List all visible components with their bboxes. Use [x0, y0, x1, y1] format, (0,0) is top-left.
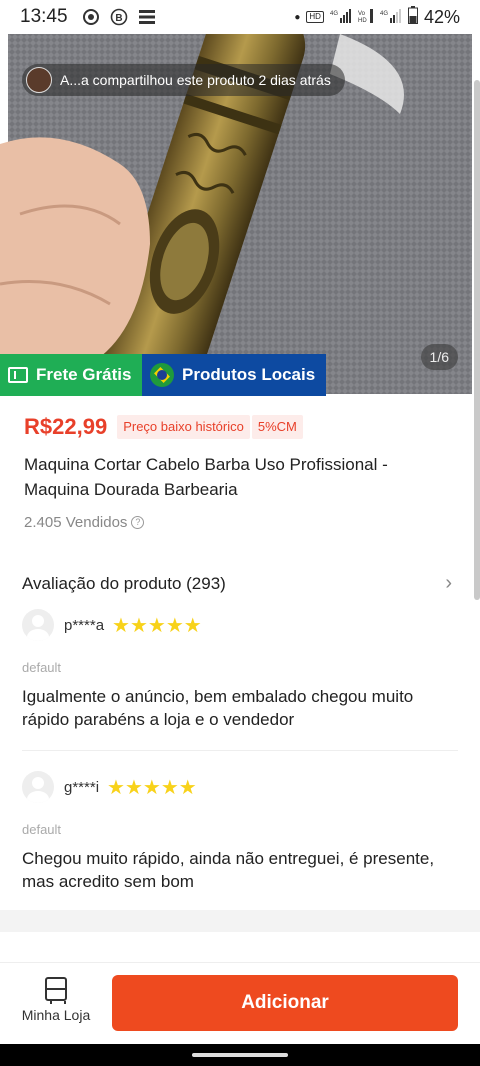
battery-icon	[407, 5, 418, 29]
free-shipping-label: Frete Grátis	[36, 365, 132, 384]
status-bar: 13:45 B ● HD 4G Vo HD 4G 42%	[0, 0, 480, 34]
system-nav-bar	[0, 1044, 480, 1066]
price-row: R$22,99 Preço baixo histórico 5%CM	[24, 414, 303, 440]
low-price-tag: Preço baixo histórico	[117, 415, 250, 439]
section-gap	[0, 910, 480, 954]
bottom-action-bar: Minha Loja Adicionar	[0, 962, 480, 1044]
hd-badge: HD	[306, 11, 324, 23]
svg-text:4G: 4G	[330, 11, 338, 17]
price-percent-tag: 5%CM	[251, 415, 303, 439]
product-price: R$22,99	[24, 414, 108, 439]
review-text: Igualmente o anúncio, bem embalado chego…	[22, 687, 414, 729]
review-username: g****i	[64, 778, 100, 796]
review-variant: default	[22, 822, 62, 837]
product-title: Maquina Cortar Cabelo Barba Uso Profissi…	[24, 455, 388, 499]
sharer-avatar	[26, 67, 52, 93]
review-separator	[22, 750, 458, 751]
star-rating: ★★★★★	[112, 614, 202, 637]
chevron-right-icon[interactable]: ›	[445, 572, 452, 595]
image-counter: 1/6	[420, 344, 458, 370]
status-time: 13:45	[20, 6, 68, 27]
ticket-icon	[8, 367, 28, 383]
review-user: g****i ★★★★★	[22, 770, 456, 804]
volte-icon: Vo HD	[358, 7, 374, 28]
list-icon	[138, 9, 156, 25]
product-badges: Frete Grátis Produtos Locais	[0, 354, 326, 396]
review-username: p****a	[64, 616, 105, 634]
free-shipping-badge: Frete Grátis	[0, 354, 142, 396]
status-right: ● HD 4G Vo HD 4G 42%	[294, 5, 460, 29]
sold-count: 2.405 Vendidos ?	[24, 514, 145, 531]
record-icon	[82, 8, 100, 26]
local-products-badge: Produtos Locais	[142, 354, 326, 396]
signal-icon: 4G	[330, 7, 352, 28]
review-item: g****i ★★★★★ default Chegou muito rápido…	[22, 770, 456, 893]
brazil-flag-icon	[150, 363, 174, 387]
battery-percent: 42%	[423, 6, 460, 27]
share-banner: A...a compartilhou este produto 2 dias a…	[22, 64, 345, 96]
reviews-header[interactable]: Avaliação do produto (293) ›	[22, 572, 452, 595]
help-icon[interactable]: ?	[131, 516, 145, 529]
review-text: Chegou muito rápido, ainda não entreguei…	[22, 849, 435, 891]
sold-count-text: 2.405 Vendidos	[24, 514, 128, 531]
scrollbar[interactable]	[474, 80, 480, 600]
screen: 13:45 B ● HD 4G Vo HD 4G 42% A...a compa…	[0, 0, 480, 1066]
signal-2-icon: 4G	[380, 7, 402, 28]
local-products-label: Produtos Locais	[182, 365, 316, 384]
add-button[interactable]: Adicionar	[112, 975, 458, 1031]
avatar	[22, 771, 54, 803]
store-icon	[45, 977, 67, 1004]
section-divider	[0, 548, 480, 558]
star-rating: ★★★★★	[107, 776, 197, 799]
svg-text:B: B	[115, 13, 122, 24]
review-user: p****a ★★★★★	[22, 608, 456, 642]
review-variant: default	[22, 660, 62, 675]
b-app-icon: B	[110, 8, 128, 26]
product-info: R$22,99 Preço baixo histórico 5%CM Maqui…	[0, 396, 480, 916]
product-image-carousel[interactable]: ← A...a compartilhou este produto 2 dias…	[0, 34, 480, 394]
avatar	[22, 609, 54, 641]
svg-text:HD: HD	[358, 18, 367, 23]
home-gesture-pill[interactable]	[192, 1053, 288, 1057]
my-store-button[interactable]: Minha Loja	[16, 977, 96, 1033]
svg-text:4G: 4G	[380, 11, 388, 17]
reviews-title: Avaliação do produto (293)	[22, 573, 226, 593]
dot-icon: ●	[294, 11, 301, 23]
review-item: p****a ★★★★★ default Igualmente o anúnci…	[22, 608, 456, 731]
my-store-label: Minha Loja	[21, 1007, 91, 1023]
share-text: A...a compartilhou este produto 2 dias a…	[60, 72, 331, 88]
svg-text:Vo: Vo	[358, 11, 366, 17]
